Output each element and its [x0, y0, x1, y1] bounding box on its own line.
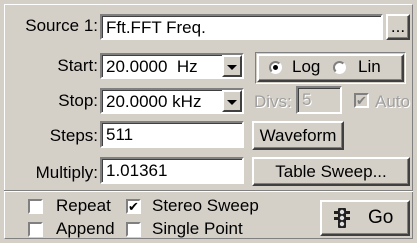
traffic-light-icon	[334, 208, 350, 228]
table-sweep-button[interactable]: Table Sweep...	[252, 157, 410, 186]
separator	[4, 190, 413, 192]
stereo-sweep-checkbox[interactable]: ✔	[126, 199, 141, 214]
multiply-field[interactable]: 1.01361	[100, 157, 244, 184]
repeat-label[interactable]: Repeat	[56, 195, 111, 217]
log-radio[interactable]	[269, 61, 282, 74]
stereo-sweep-label[interactable]: Stereo Sweep	[152, 195, 259, 217]
log-label[interactable]: Log	[292, 55, 320, 79]
divs-field[interactable]: 5	[296, 86, 342, 114]
single-point-checkbox[interactable]	[126, 222, 141, 237]
single-point-label[interactable]: Single Point	[152, 218, 243, 240]
lin-label[interactable]: Lin	[358, 55, 381, 79]
waveform-button[interactable]: Waveform	[252, 121, 344, 150]
repeat-checkbox[interactable]	[28, 199, 43, 214]
source-label: Source 1:	[25, 16, 98, 35]
start-combo[interactable]: 20.0000 Hz	[100, 53, 244, 79]
steps-label: Steps:	[49, 126, 98, 145]
start-value: 20.0000 Hz	[106, 57, 198, 76]
multiply-label: Multiply:	[35, 163, 98, 182]
stop-label: Stop:	[58, 91, 98, 110]
start-label: Start:	[57, 56, 98, 75]
divs-label: Divs:	[254, 92, 292, 111]
go-button[interactable]: Go	[320, 200, 410, 236]
append-label[interactable]: Append	[56, 218, 115, 240]
go-label: Go	[368, 207, 394, 228]
lin-radio[interactable]	[333, 61, 346, 74]
stop-dropdown-button[interactable]	[222, 90, 242, 112]
source-browse-button[interactable]: ...	[386, 14, 410, 40]
stop-value: 20.0000 kHz	[106, 92, 202, 111]
start-dropdown-button[interactable]	[222, 55, 242, 77]
auto-checkbox[interactable]: ✔	[354, 93, 369, 108]
append-checkbox[interactable]	[28, 222, 43, 237]
source-field[interactable]: Fft.FFT Freq.	[100, 14, 383, 40]
stop-combo[interactable]: 20.0000 kHz	[100, 88, 244, 114]
auto-label[interactable]: Auto	[375, 90, 410, 114]
steps-field[interactable]: 511	[100, 121, 244, 148]
